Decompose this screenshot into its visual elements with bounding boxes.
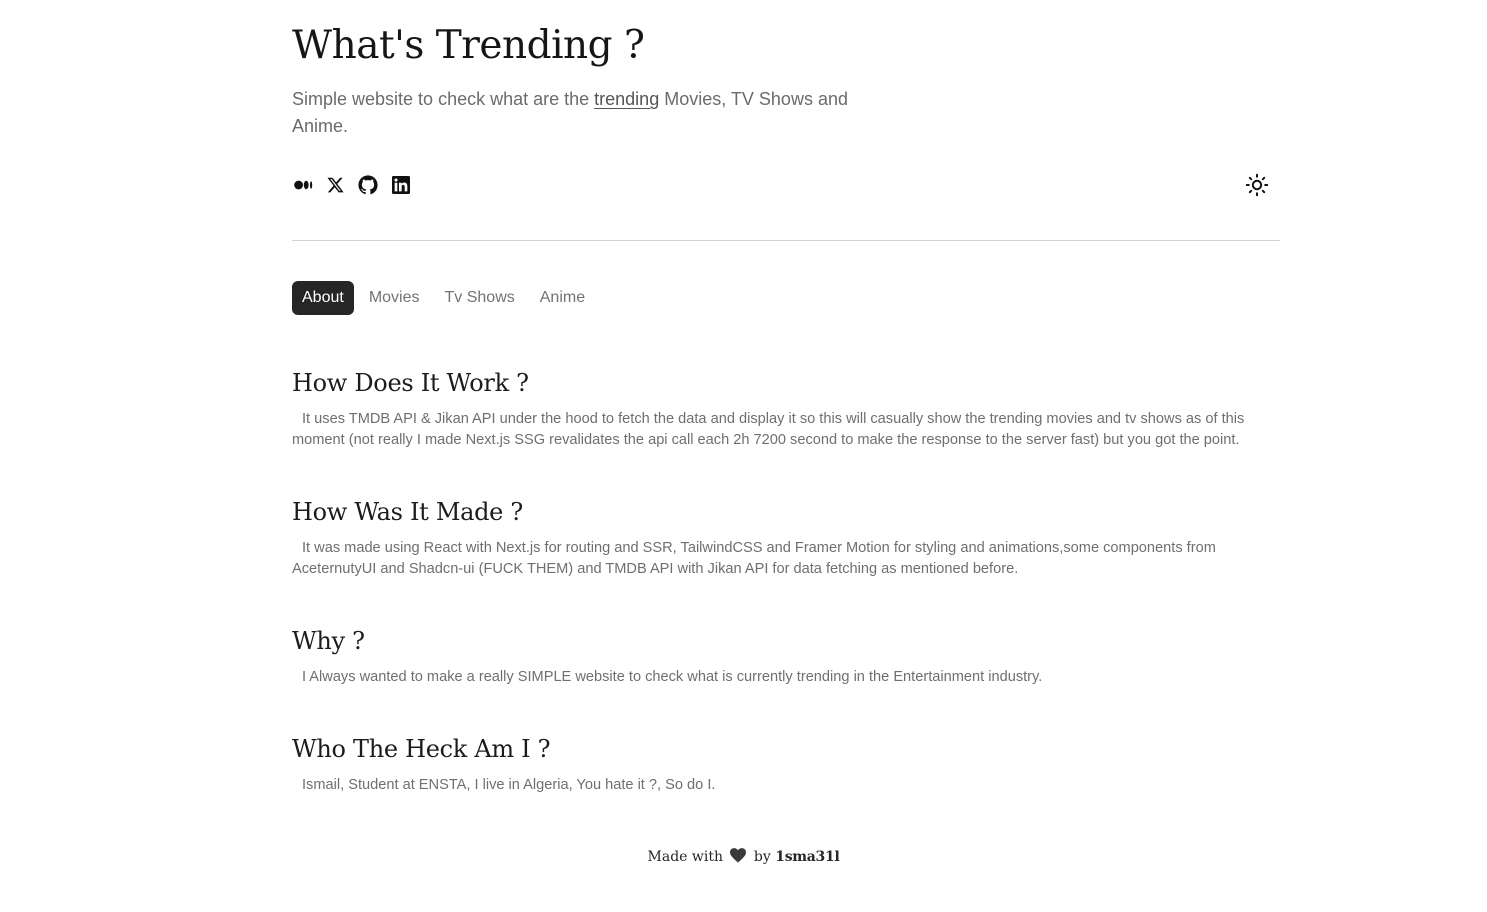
section-body: I Always wanted to make a really SIMPLE … [302,669,1043,685]
tab-movies[interactable]: Movies [359,281,430,315]
section-body: Ismail, Student at ENSTA, I live in Alge… [302,777,716,793]
social-links [292,172,422,198]
section-heading: Who The Heck Am I ? [292,735,551,763]
linkedin-icon [391,176,410,194]
subtitle-text-start: Simple website to check what are the [292,89,595,109]
page-subtitle: Simple website to check what are the tre… [292,86,892,140]
trending-link[interactable]: trending [594,89,659,109]
header-divider [292,240,1280,241]
tab-about[interactable]: About [292,281,354,315]
x-link[interactable] [325,174,347,196]
sun-icon [1245,173,1269,197]
medium-icon [293,180,312,190]
x-icon [327,177,344,193]
medium-link[interactable] [292,174,314,196]
section-body: It was made using React with Next.js for… [292,540,1216,577]
tab-anime[interactable]: Anime [530,281,595,315]
tab-bar: About Movies Tv Shows Anime [292,281,600,315]
section-how-it-was-made: How Was It Made ? It was made using Reac… [292,496,1280,580]
github-link[interactable] [357,174,379,196]
linkedin-link[interactable] [390,174,412,196]
tab-tv-shows[interactable]: Tv Shows [435,281,525,315]
section-who-am-i: Who The Heck Am I ? Ismail, Student at E… [292,733,1280,796]
footer-made-with: Made with [647,849,724,865]
github-icon [358,175,378,195]
footer: Made with by 1sma31l [0,847,1487,869]
heart-icon [730,848,747,869]
author-link[interactable]: 1sma31l [775,849,840,865]
section-how-it-works: How Does It Work ? It uses TMDB API & Ji… [292,367,1280,451]
section-heading: How Was It Made ? [292,498,523,526]
section-body: It uses TMDB API & Jikan API under the h… [292,411,1245,448]
section-heading: How Does It Work ? [292,369,529,397]
footer-by: by [753,849,771,865]
section-why: Why ? I Always wanted to make a really S… [292,625,1280,688]
page-title: What's Trending ? [292,23,645,68]
section-heading: Why ? [292,627,365,655]
page: What's Trending ? Simple website to chec… [0,0,1487,912]
theme-toggle-button[interactable] [1243,171,1271,199]
